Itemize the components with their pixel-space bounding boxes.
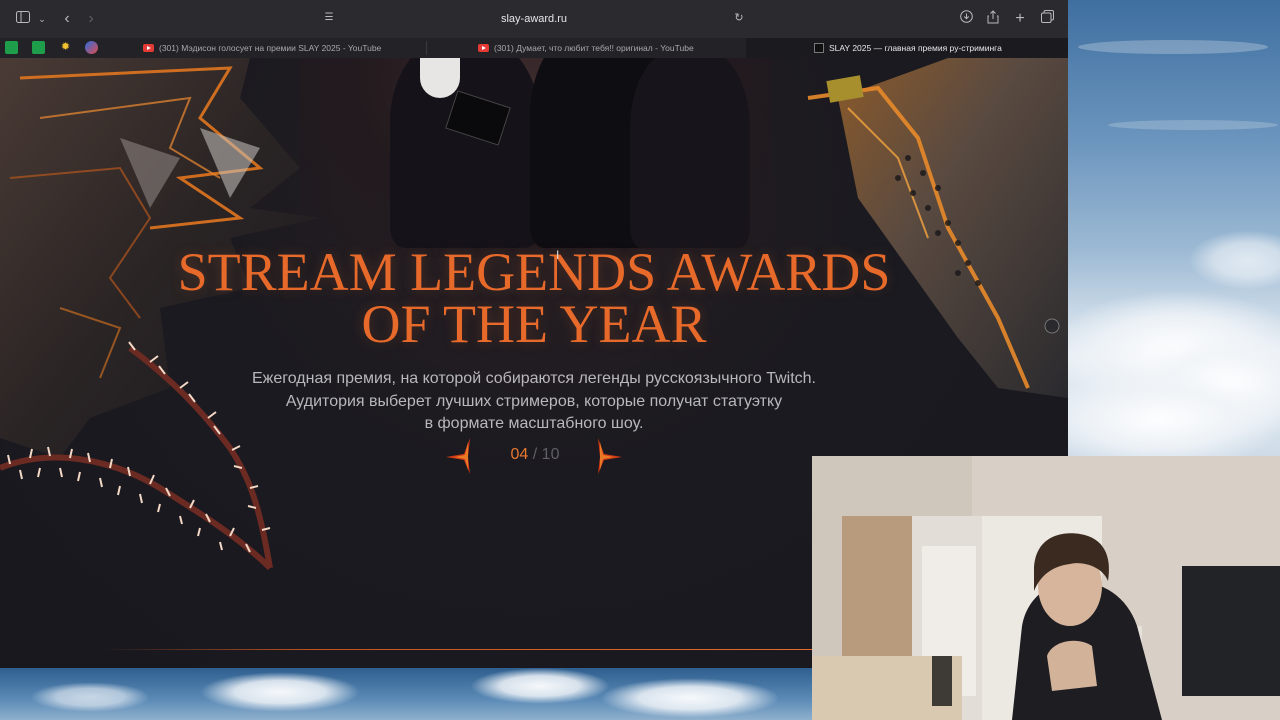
- hero-title: STREAM LEGENDS AWARDS OF THE YEAR: [0, 242, 1068, 354]
- site-favicon: [814, 43, 824, 53]
- description-line: Ежегодная премия, на которой собираются …: [252, 370, 816, 387]
- tab-bar: ✹ (301) Мэдисон голосует на премии SLAY …: [0, 38, 1068, 58]
- slide-total: 10: [541, 446, 560, 463]
- desktop-wallpaper: [1068, 0, 1280, 456]
- download-icon[interactable]: [957, 10, 975, 28]
- desktop-wallpaper-bottom: [0, 668, 812, 720]
- chevron-right-icon[interactable]: ›: [82, 10, 100, 28]
- bookmark-app-icon[interactable]: [85, 41, 98, 54]
- address-bar[interactable]: ☰ slay-award.ru ↻: [318, 8, 750, 30]
- tab-youtube-2[interactable]: (301) Думает, что любит тебя!! оригинал …: [470, 38, 745, 58]
- chevron-left-icon[interactable]: ‹: [58, 10, 76, 28]
- plus-icon[interactable]: +: [1011, 10, 1029, 28]
- tabs-overview-icon[interactable]: [1038, 10, 1056, 28]
- hero-description: Ежегодная премия, на которой собираются …: [0, 368, 1068, 436]
- tab-youtube-1[interactable]: (301) Мэдисон голосует на премии SLAY 20…: [135, 38, 425, 58]
- tab-separator: [426, 41, 427, 55]
- slide-pager: 04 / 10: [440, 436, 630, 476]
- bookmark-sheets-icon[interactable]: [5, 41, 18, 54]
- description-line: Аудитория выберет лучших стримеров, кото…: [285, 392, 783, 410]
- bookmark-sheets-icon[interactable]: [32, 41, 45, 54]
- webcam-overlay: [812, 456, 1280, 720]
- text-cursor-icon: I: [556, 248, 560, 262]
- url-text: slay-award.ru: [500, 13, 568, 25]
- browser-toolbar: ⌄ ‹ › ☰ slay-award.ru ↻ +: [0, 0, 1068, 38]
- reload-icon[interactable]: ↻: [732, 11, 746, 25]
- tab-slay-award[interactable]: SLAY 2025 — главная премия ру-стриминга: [746, 38, 1068, 58]
- description-line: в формате масштабного шоу.: [424, 415, 644, 432]
- reader-icon[interactable]: ☰: [322, 11, 336, 25]
- section-divider: [100, 649, 812, 650]
- hero-photo: [300, 58, 770, 258]
- youtube-icon: [143, 44, 154, 52]
- hero-title-line-1: STREAM LEGENDS AWARDS: [177, 242, 891, 302]
- webcam-video: [812, 456, 1280, 720]
- sidebar-icon[interactable]: [14, 10, 32, 28]
- next-slide-arrow-icon[interactable]: [594, 438, 624, 474]
- share-icon[interactable]: [984, 10, 1002, 28]
- knight-helmet-image: [807, 58, 1068, 398]
- chevron-down-icon[interactable]: ⌄: [33, 10, 51, 28]
- tab-title: SLAY 2025 — главная премия ру-стриминга: [829, 43, 1002, 53]
- tab-title: (301) Мэдисон голосует на премии SLAY 20…: [159, 43, 382, 53]
- slide-separator: /: [528, 446, 542, 463]
- tab-title: (301) Думает, что любит тебя!! оригинал …: [494, 43, 694, 53]
- youtube-icon: [478, 44, 489, 52]
- hero-title-line-2: OF THE YEAR: [361, 294, 707, 354]
- slide-current: 04: [510, 446, 529, 463]
- bookmark-sun-icon[interactable]: ✹: [59, 41, 72, 54]
